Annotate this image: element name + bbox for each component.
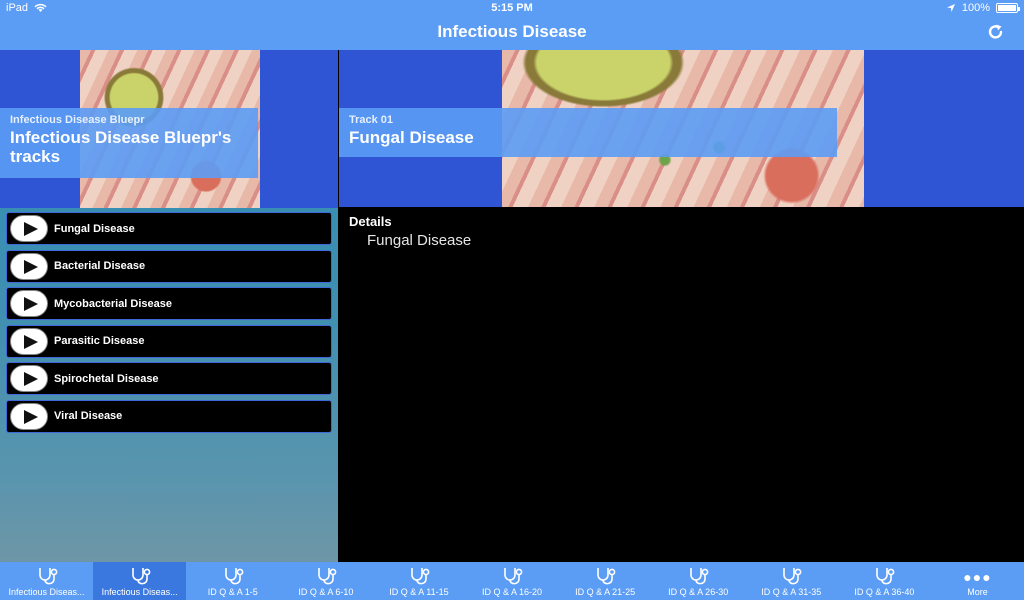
battery-percent: 100% <box>961 2 990 14</box>
tab-item[interactable]: Infectious Diseas... <box>93 562 187 600</box>
stethoscope-icon <box>318 568 337 585</box>
tab-label: Infectious Diseas... <box>8 587 85 597</box>
track-number: Track 01 <box>349 114 394 126</box>
tab-bar: Infectious Diseas... Infectious Diseas...… <box>0 562 1024 600</box>
stethoscope-icon <box>224 568 244 585</box>
status-bar: iPad 5:15 PM 100% <box>0 0 1024 16</box>
stethoscope-icon <box>131 568 151 585</box>
play-icon[interactable] <box>10 252 48 280</box>
track-label: Mycobacterial Disease <box>54 297 173 310</box>
stethoscope-icon <box>783 568 802 585</box>
playlist-header: Infectious Disease Bluepr Infectious Dis… <box>0 50 338 208</box>
track-label: Bacterial Disease <box>54 260 146 272</box>
tab-item[interactable]: ID Q & A 1-5 <box>186 562 279 600</box>
page-title: Infectious Disease <box>437 22 587 41</box>
track-list: Fungal Disease Bacterial Disease Mycobac… <box>6 212 332 437</box>
track-item[interactable]: Spirochetal Disease <box>6 362 332 395</box>
tab-item[interactable]: ID Q & A 16-20 <box>465 562 558 600</box>
track-label: Viral Disease <box>54 410 123 422</box>
play-icon[interactable] <box>10 290 48 317</box>
tab-item[interactable]: ID Q & A 6-10 <box>279 562 372 600</box>
tab-label: ID Q & A 31-35 <box>761 587 822 597</box>
playlist-pane: Infectious Disease Bluepr Infectious Dis… <box>0 50 338 562</box>
details-heading: Details <box>349 214 392 229</box>
refresh-icon[interactable] <box>986 22 1006 42</box>
tab-label: ID Q & A 21-25 <box>575 587 636 597</box>
track-title-box: Track 01 Fungal Disease <box>339 108 837 157</box>
status-time: 5:15 PM <box>491 2 533 14</box>
tab-item[interactable]: ID Q & A 21-25 <box>559 562 652 600</box>
tab-label: More <box>967 587 988 597</box>
playlist-title-box: Infectious Disease Bluepr Infectious Dis… <box>0 108 258 178</box>
track-item[interactable]: Mycobacterial Disease <box>6 287 332 320</box>
track-label: Fungal Disease <box>54 222 135 235</box>
more-dots-icon: ●●● <box>963 569 992 585</box>
play-icon[interactable] <box>10 365 48 392</box>
tab-more[interactable]: ●●● More <box>931 562 1024 600</box>
play-icon[interactable] <box>10 327 48 355</box>
stethoscope-icon <box>38 568 57 585</box>
tab-label: ID Q & A 36-40 <box>854 587 915 597</box>
track-item[interactable]: Viral Disease <box>6 399 332 433</box>
stethoscope-icon <box>411 568 430 585</box>
details-section: Details Fungal Disease <box>349 214 471 249</box>
tab-item[interactable]: ID Q & A 31-35 <box>745 562 838 600</box>
tab-item[interactable]: Infectious Diseas... <box>0 562 93 600</box>
tab-item[interactable]: ID Q & A 11-15 <box>372 562 465 600</box>
track-title: Fungal Disease <box>349 128 474 147</box>
top-bar: iPad 5:15 PM 100% Infectious Disease <box>0 0 1024 50</box>
tab-label: ID Q & A 11-15 <box>389 587 449 597</box>
playlist-subtitle: Infectious Disease Bluepr <box>10 114 145 126</box>
battery-icon <box>996 3 1020 13</box>
tab-label: ID Q & A 16-20 <box>481 587 543 597</box>
stethoscope-icon <box>876 568 895 585</box>
playlist-title: Infectious Disease Bluepr's tracks <box>10 128 232 166</box>
tab-label: ID Q & A 6-10 <box>298 587 354 597</box>
tab-label: ID Q & A 26-30 <box>668 587 729 597</box>
play-icon[interactable] <box>10 402 48 430</box>
tab-item[interactable]: ID Q & A 36-40 <box>838 562 931 600</box>
track-item[interactable]: Fungal Disease <box>6 212 332 245</box>
details-body: Fungal Disease <box>367 232 472 249</box>
track-item[interactable]: Bacterial Disease <box>6 249 332 283</box>
tab-item[interactable]: ID Q & A 26-30 <box>652 562 745 600</box>
detail-pane: Track 01 Fungal Disease Details Fungal D… <box>339 50 1024 562</box>
track-label: Parasitic Disease <box>54 335 145 347</box>
track-header: Track 01 Fungal Disease <box>339 50 1024 207</box>
play-icon[interactable] <box>10 215 48 242</box>
tab-label: ID Q & A 1-5 <box>207 587 258 597</box>
stethoscope-icon <box>690 568 709 585</box>
track-item[interactable]: Parasitic Disease <box>6 324 332 358</box>
stethoscope-icon <box>504 568 523 585</box>
track-label: Spirochetal Disease <box>54 372 159 385</box>
location-arrow-icon <box>946 4 955 12</box>
stethoscope-icon <box>597 568 616 585</box>
tab-label: Infectious Diseas... <box>101 587 178 597</box>
